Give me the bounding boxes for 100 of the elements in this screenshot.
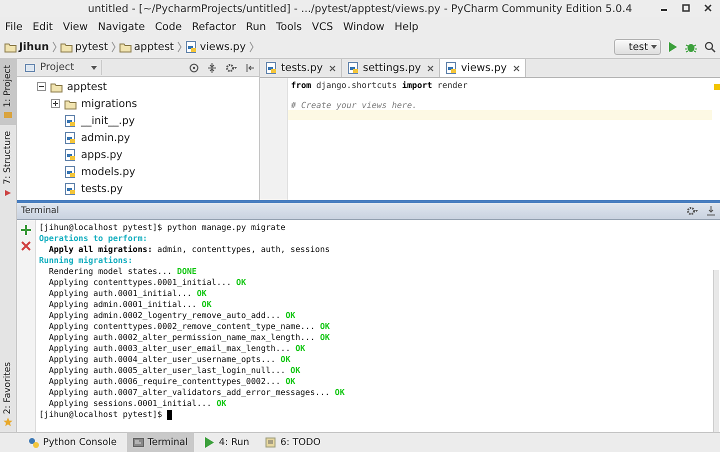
- breadcrumb-item[interactable]: Jihun: [4, 41, 49, 53]
- gear-icon: [225, 62, 237, 72]
- breadcrumb-item[interactable]: pytest: [60, 41, 108, 53]
- terminal-text: [jihun@localhost pytest]$ python manage.py migrate: [39, 222, 286, 233]
- python-file-icon: [64, 148, 77, 160]
- python-icon: [28, 437, 39, 448]
- terminal-text: Applying admin.0001_initial...: [48, 299, 197, 310]
- terminal-text: OK: [318, 332, 330, 343]
- menu-item[interactable]: Code: [154, 20, 183, 32]
- menu-item[interactable]: Help: [394, 20, 420, 32]
- terminal-text: Applying auth.0004_alter_user_username_opts...: [48, 354, 276, 365]
- close-icon: [512, 64, 520, 72]
- play-icon: [668, 41, 678, 53]
- terminal-text: Applying auth.0007_alter_validators_add_error_messages...: [48, 387, 330, 398]
- code-line: from django.shortcuts import render: [290, 80, 468, 90]
- tree-item[interactable]: apps.py: [81, 148, 122, 160]
- folder-icon: [50, 80, 63, 92]
- list-icon: [265, 437, 276, 448]
- menu-item[interactable]: Navigate: [96, 20, 146, 32]
- terminal-text: Operations to perform:: [39, 233, 148, 244]
- menu-item[interactable]: Run: [244, 20, 268, 32]
- editor-tab[interactable]: tests.py: [260, 59, 342, 77]
- python-file-icon: [444, 62, 458, 74]
- terminal-text: Applying contenttypes.0001_initial...: [48, 277, 232, 288]
- expand-toggle-icon[interactable]: [51, 99, 60, 108]
- target-icon: [189, 62, 199, 72]
- chevron-icon: [110, 41, 116, 53]
- tree-item[interactable]: models.py: [81, 166, 136, 178]
- close-icon: [704, 4, 712, 12]
- terminal-text: OK: [318, 321, 330, 332]
- play-icon: [204, 437, 215, 448]
- menu-item[interactable]: Refactor: [190, 20, 237, 32]
- caret-icon: [651, 45, 657, 49]
- tool-window-button[interactable]: 6: TODO: [259, 433, 327, 452]
- editor-tab[interactable]: views.py: [440, 59, 526, 77]
- terminal-text: Applying auth.0003_alter_user_email_max_length...: [48, 343, 290, 354]
- terminal-text: Applying admin.0002_logentry_remove_auto_add...: [48, 310, 281, 321]
- menu-item[interactable]: Edit: [32, 20, 54, 32]
- tool-window-button[interactable]: 4: Run: [198, 433, 256, 452]
- tree-item[interactable]: __init__.py: [81, 114, 135, 126]
- caret-icon: [91, 66, 97, 70]
- menu-item[interactable]: Window: [342, 20, 386, 32]
- terminal-text: OK: [284, 376, 296, 387]
- analysis-marker: [714, 84, 720, 90]
- tree-item[interactable]: tests.py: [81, 182, 123, 194]
- tree-item[interactable]: admin.py: [81, 132, 130, 144]
- python-file-icon: [265, 62, 278, 74]
- code-comment: # Create your views here.: [290, 100, 418, 110]
- editor-tab[interactable]: settings.py: [342, 59, 440, 77]
- menu-item[interactable]: Tools: [275, 20, 303, 32]
- bug-icon: [685, 41, 697, 53]
- collapse-icon: [207, 62, 217, 72]
- terminal-text: Applying auth.0006_require_contenttypes_0002...: [48, 376, 281, 387]
- terminal-text: Applying auth.0005_alter_user_last_login_null...: [48, 365, 286, 376]
- side-tab[interactable]: 7: Structure: [0, 125, 16, 203]
- side-tab[interactable]: 2: Favorites: [0, 356, 16, 432]
- python-file-icon: [346, 62, 360, 74]
- hide-icon: [706, 206, 716, 216]
- side-tab[interactable]: 1: Project: [0, 59, 16, 126]
- terminal-text: OK: [200, 299, 212, 310]
- tree-item[interactable]: apptest: [67, 80, 107, 92]
- terminal-text: OK: [289, 365, 300, 376]
- terminal-text: OK: [334, 387, 345, 398]
- terminal-text: Applying auth.0002_alter_permission_name_max_length...: [48, 332, 316, 343]
- breadcrumb-item[interactable]: views.py: [184, 41, 246, 53]
- close-icon: [328, 64, 336, 72]
- breadcrumb-item[interactable]: apptest: [118, 41, 174, 53]
- menu-item[interactable]: View: [62, 20, 89, 32]
- folder-icon: [118, 41, 132, 53]
- collapse-toggle-icon[interactable]: [37, 82, 46, 91]
- tree-item[interactable]: migrations: [81, 98, 138, 110]
- run-config-dropdown[interactable]: test: [614, 39, 661, 55]
- tool-window-button[interactable]: Terminal: [126, 433, 194, 452]
- python-file-icon: [64, 132, 77, 144]
- maximize-icon: [682, 4, 690, 12]
- tool-window-button[interactable]: Python Console: [22, 433, 123, 452]
- structure-icon: [3, 188, 13, 198]
- chevron-icon: [52, 41, 57, 53]
- gear-icon: [686, 206, 698, 216]
- terminal-text: OK: [284, 310, 296, 321]
- terminal-icon: [132, 437, 144, 448]
- python-file-icon: [64, 182, 77, 194]
- terminal-text: OK: [235, 277, 246, 288]
- terminal-text: admin, contenttypes, auth, sessions: [156, 244, 330, 255]
- folder-icon: [64, 98, 77, 110]
- terminal-text: Applying auth.0001_initial...: [48, 288, 192, 299]
- terminal-text: Apply all migrations:: [48, 244, 152, 255]
- menu-item[interactable]: VCS: [310, 20, 334, 32]
- chevron-icon: [248, 41, 254, 53]
- panel-title: Terminal: [21, 206, 60, 216]
- terminal-text: Running migrations:: [39, 255, 133, 266]
- folder-icon: [3, 110, 13, 120]
- add-icon: [21, 225, 31, 235]
- terminal-text: Applying contenttypes.0002_remove_content_type_name...: [48, 321, 316, 332]
- view-dropdown[interactable]: Project: [21, 60, 102, 75]
- window-icon: [25, 62, 36, 72]
- terminal-text: [jihun@localhost pytest]$: [39, 409, 164, 420]
- menu-item[interactable]: File: [4, 20, 24, 32]
- python-file-icon: [64, 166, 77, 178]
- terminal-text: OK: [196, 288, 207, 299]
